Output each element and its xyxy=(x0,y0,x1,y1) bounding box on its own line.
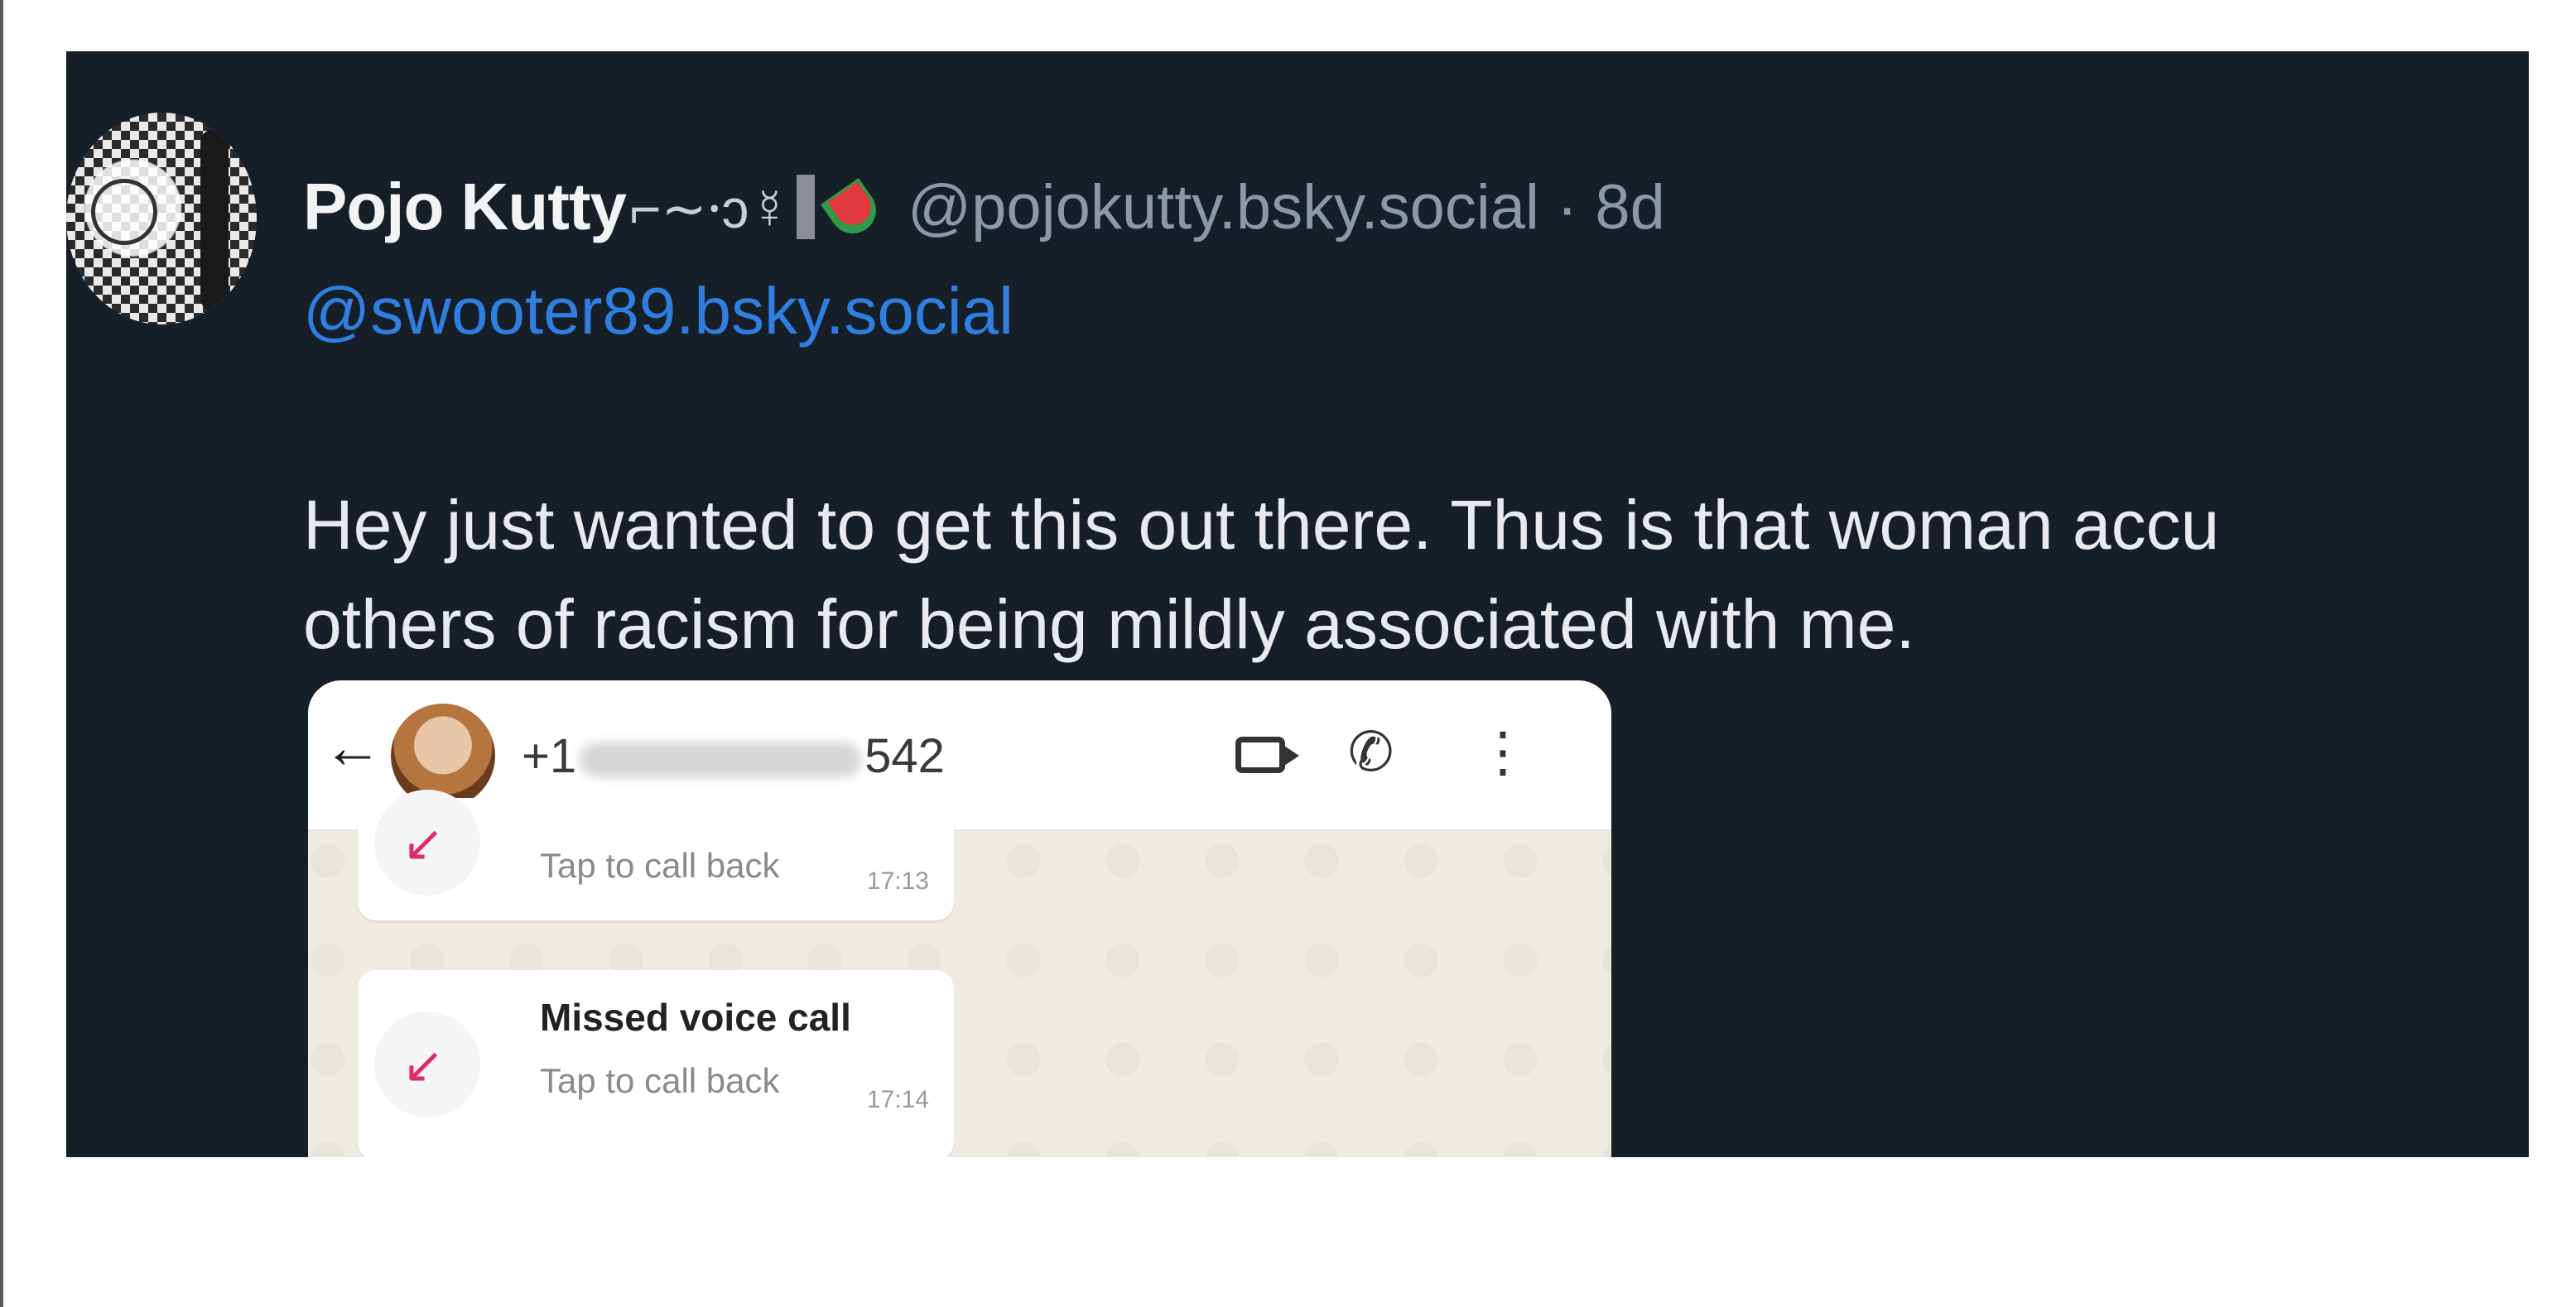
contact-phone-number: +1 542 xyxy=(522,728,945,784)
phone-call-icon: ✆ xyxy=(1348,721,1394,782)
embedded-screenshot[interactable]: ← +1 542 ✆ ⋮ ↙ Tap to call back 17:13 ↙ … xyxy=(308,680,1611,1157)
author-avatar[interactable] xyxy=(66,113,257,324)
author-line: Pojo Kutty ⌐∼⸱ↄ☿ @pojokutty.bsky.social … xyxy=(303,166,1665,248)
bubble-time: 17:13 xyxy=(866,867,929,895)
back-arrow-icon: ← xyxy=(323,714,383,781)
video-call-icon xyxy=(1235,737,1299,773)
hamsa-icon xyxy=(91,179,157,245)
chat-area: ↙ Tap to call back 17:13 ↙ Missed voice … xyxy=(308,790,1611,1157)
post-text: Hey just wanted to get this out there. T… xyxy=(303,475,2529,674)
phone-prefix: +1 xyxy=(522,729,577,783)
author-name[interactable]: Pojo Kutty xyxy=(303,169,627,245)
left-divider xyxy=(0,0,3,1307)
post-text-line: Hey just wanted to get this out there. T… xyxy=(303,486,2220,564)
phone-redaction xyxy=(580,742,862,777)
bubble-time: 17:14 xyxy=(866,1086,929,1113)
avatar-figure xyxy=(200,129,229,311)
more-menu-icon: ⋮ xyxy=(1476,721,1530,782)
post-text-line: others of racism for being mildly associ… xyxy=(303,585,1915,663)
page: Pojo Kutty ⌐∼⸱ↄ☿ @pojokutty.bsky.social … xyxy=(0,0,2576,1307)
reply-mention-link[interactable]: @swooter89.bsky.social xyxy=(303,273,1014,349)
phone-suffix: 542 xyxy=(864,729,945,783)
author-handle-timestamp[interactable]: @pojokutty.bsky.social · 8d xyxy=(908,171,1665,243)
call-badge: ↙ xyxy=(374,1011,480,1117)
call-badge: ↙ xyxy=(374,790,480,896)
bubble-subtitle: Tap to call back xyxy=(540,1061,780,1100)
missed-call-icon: ↙ xyxy=(402,815,445,871)
name-bar-icon xyxy=(797,175,816,239)
watermelon-icon xyxy=(821,178,886,243)
post-card[interactable]: Pojo Kutty ⌐∼⸱ↄ☿ @pojokutty.bsky.social … xyxy=(66,51,2529,1157)
bubble-subtitle: Tap to call back xyxy=(540,846,780,885)
missed-call-icon: ↙ xyxy=(402,1037,445,1093)
name-decoration: ⌐∼⸱ↄ☿ xyxy=(628,178,791,239)
missed-call-bubble: ↙ Missed voice call Tap to call back 17:… xyxy=(358,970,954,1157)
bubble-title: Missed voice call xyxy=(540,996,851,1039)
missed-call-bubble: ↙ Tap to call back 17:13 xyxy=(358,790,954,920)
